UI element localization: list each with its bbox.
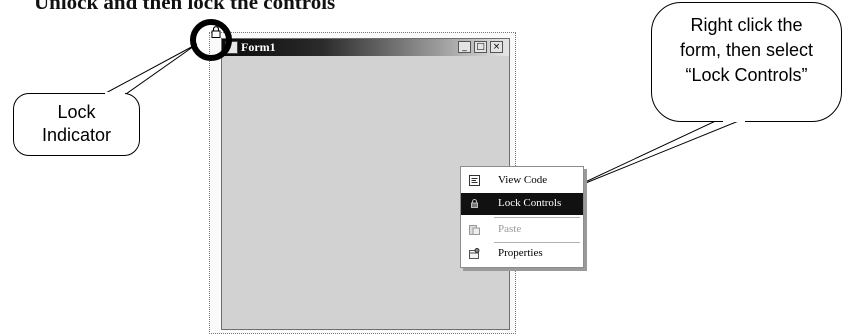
menu-item-label: Properties xyxy=(498,247,543,259)
lock-icon xyxy=(471,199,478,208)
menu-item-lock-controls[interactable]: Lock Controls xyxy=(461,193,583,215)
callout-line: Lock xyxy=(57,102,96,122)
callout-line: “Lock Controls” xyxy=(685,65,808,85)
callout-line: Right click the xyxy=(690,15,803,35)
form-title: Form1 xyxy=(241,40,276,54)
callout-line: Indicator xyxy=(41,125,112,145)
lock-indicator-highlight-ring xyxy=(190,19,232,61)
menu-item-label: Lock Controls xyxy=(498,197,562,209)
menu-item-properties[interactable]: Properties xyxy=(461,243,583,265)
instruction-callout: Right click the form, then select “Lock … xyxy=(651,2,842,122)
menu-item-view-code[interactable]: View Code xyxy=(461,170,583,192)
paste-icon xyxy=(469,225,480,235)
lock-indicator-callout: Lock Indicator xyxy=(13,93,140,156)
view-code-icon xyxy=(469,175,480,186)
form-titlebar[interactable]: Form1 _ □ × xyxy=(222,39,509,56)
properties-icon xyxy=(469,248,480,259)
menu-item-label: Paste xyxy=(498,223,522,235)
close-button[interactable]: × xyxy=(490,41,503,53)
context-menu: View Code Lock Controls Paste Properties xyxy=(460,166,584,268)
menu-item-paste[interactable]: Paste xyxy=(461,219,583,241)
minimize-button[interactable]: _ xyxy=(458,41,471,53)
menu-separator xyxy=(494,217,580,218)
maximize-button[interactable]: □ xyxy=(474,41,487,53)
menu-item-label: View Code xyxy=(498,174,548,186)
callout-line: form, then select xyxy=(679,40,814,60)
slide-heading: Unlock and then lock the controls xyxy=(34,0,336,14)
